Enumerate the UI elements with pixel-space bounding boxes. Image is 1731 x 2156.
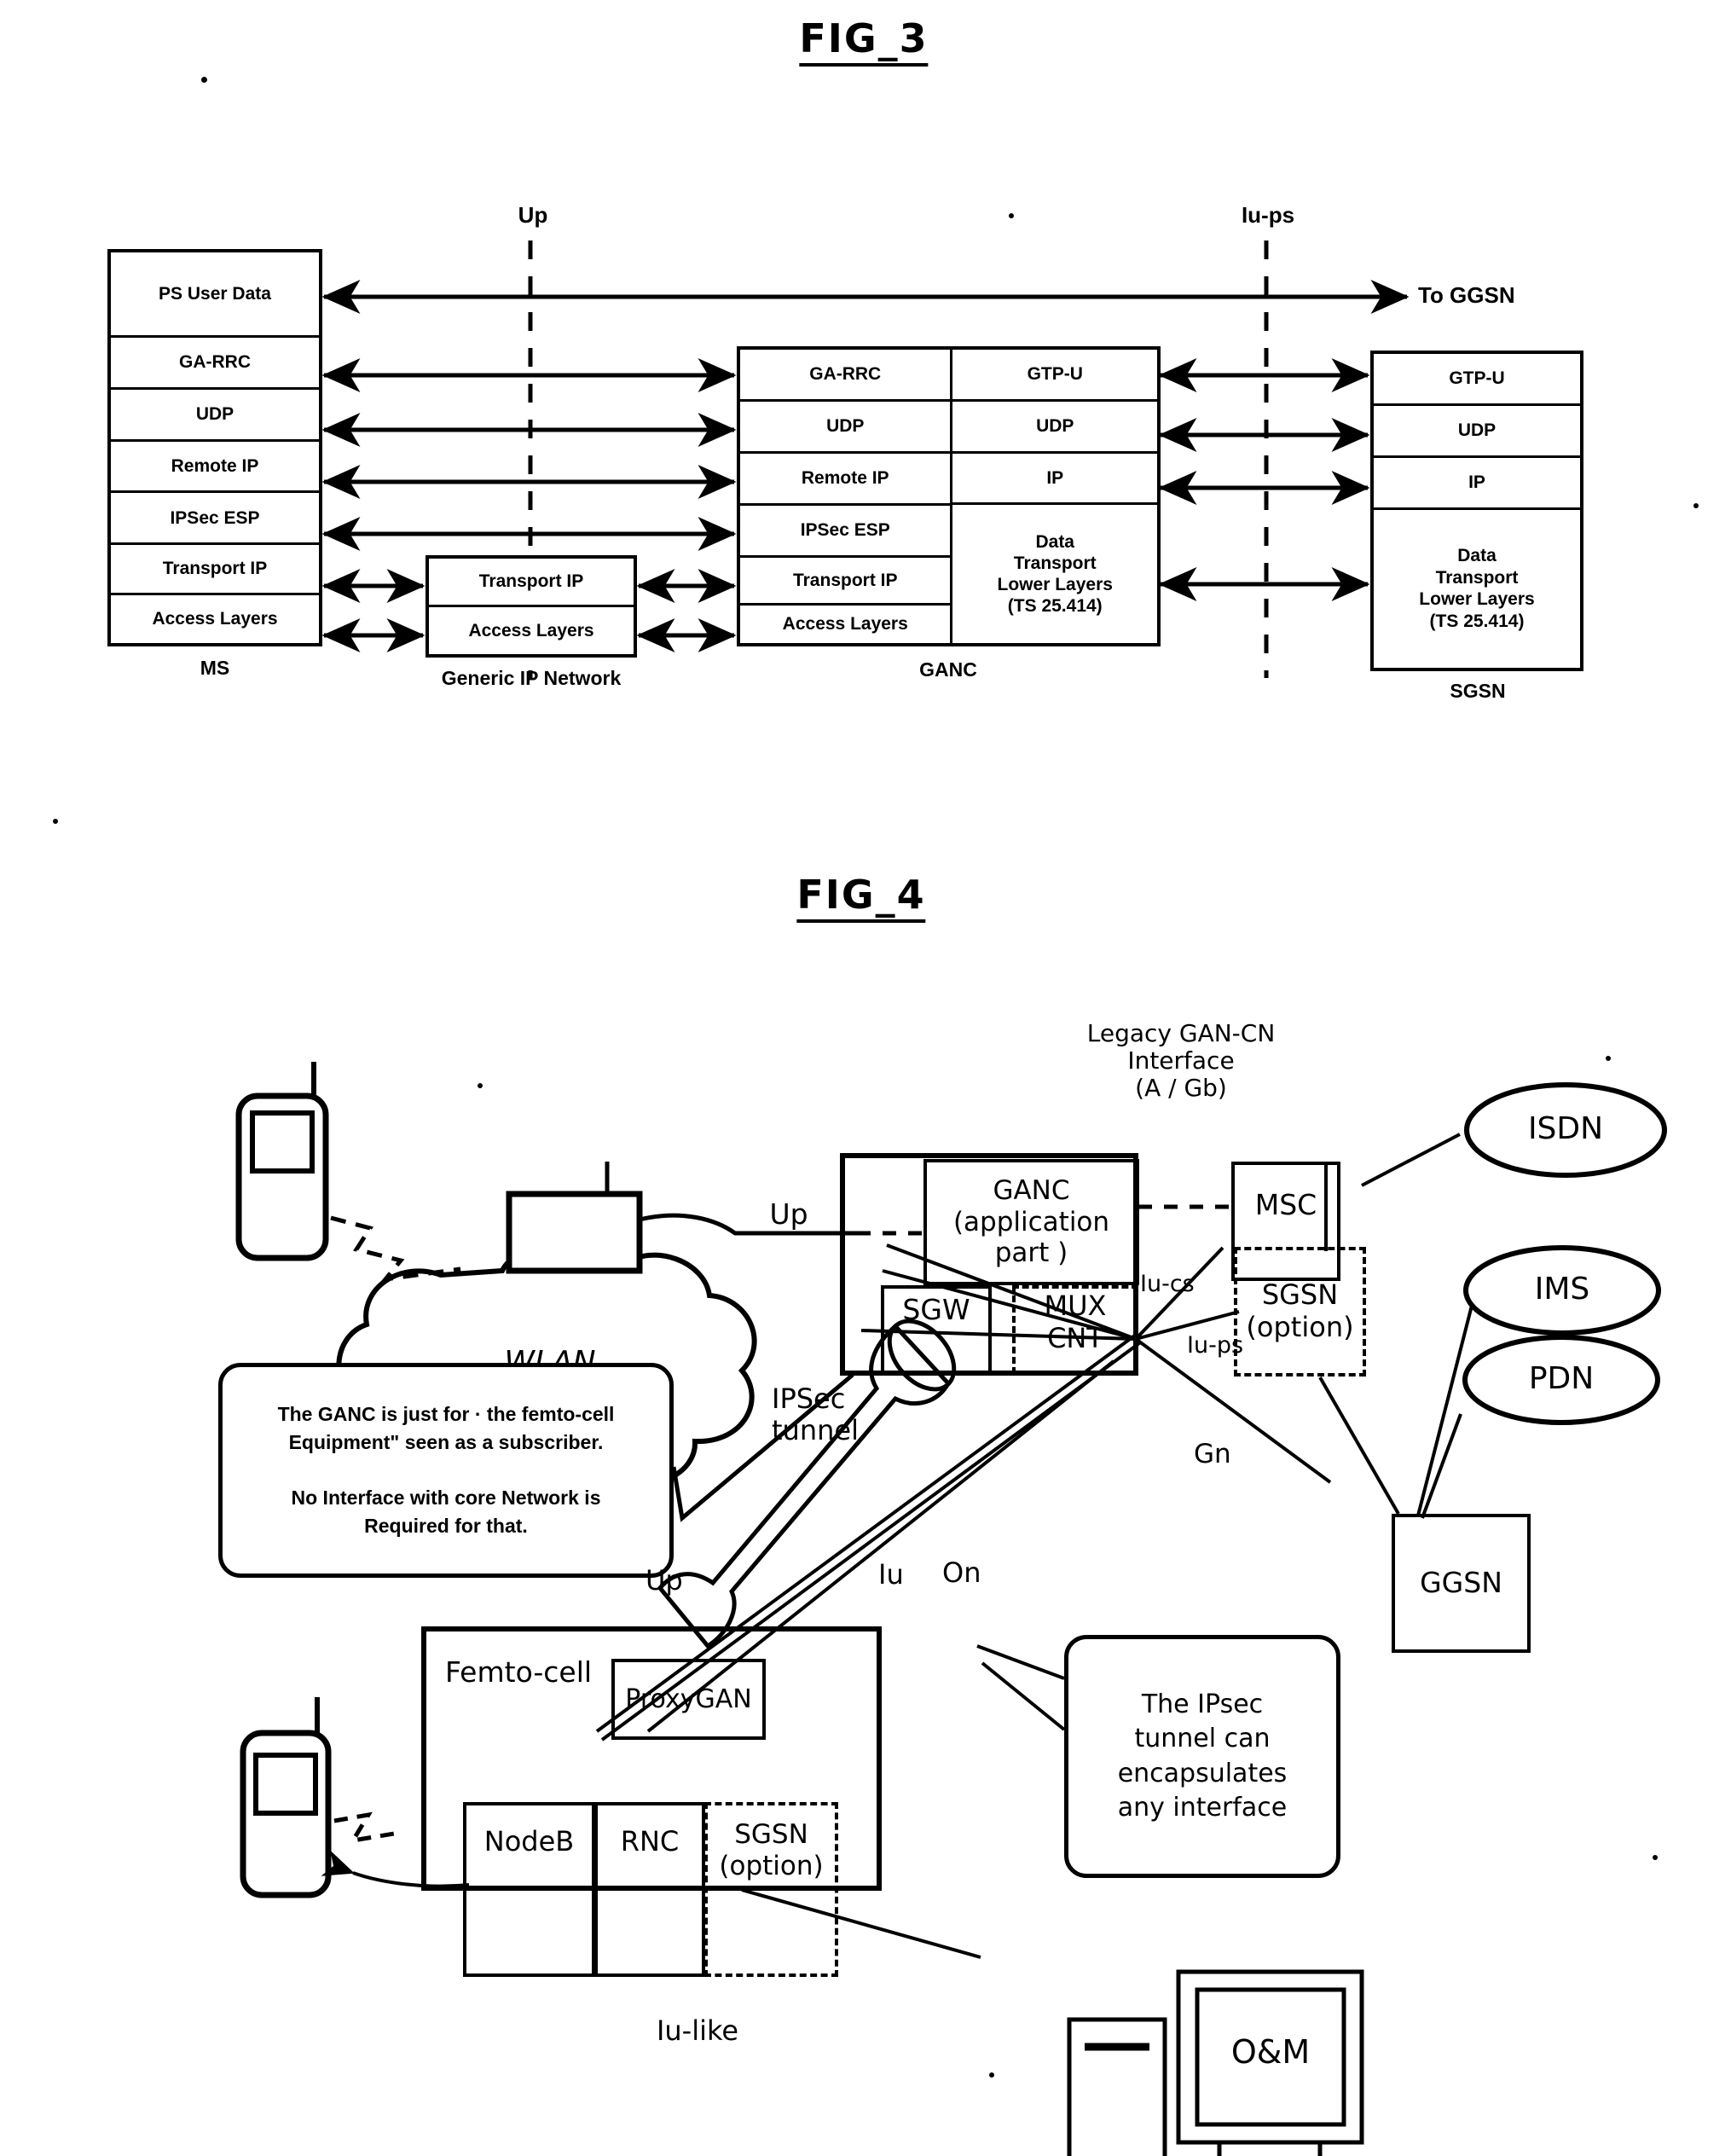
wlan-access-point [506,1162,643,1274]
fig4-ims-label: IMS [1534,1272,1590,1307]
fig3-gip-layer-access-layers: Access Layers [429,607,634,654]
fig3-sgsn-stack: GTP-U UDP IP Data Transport Lower Layers… [1370,351,1583,671]
fig3-ganc-right-udp: UDP [952,401,1157,454]
wlan-to-ganc-link [639,1213,857,1236]
fig3-ganc-left-udp: UDP [740,402,951,454]
scan-speck [53,819,58,824]
fig3-ganc-node-label: GANC [919,658,977,681]
fig3-ganc-left-access-layers: Access Layers [740,606,951,643]
fig3-sgsn-layer-udp: UDP [1374,405,1580,458]
scan-speck [201,77,207,83]
fig3-ganc-left-remote-ip: Remote IP [740,454,951,506]
fig4-nodeb-box: NodeB [463,1802,595,1977]
mobile-station-bottom-icon [240,1697,332,1898]
fig4-up-bottom-label: Up [646,1564,683,1597]
fig3-ms-layer-ipsec-esp: IPSec ESP [111,493,319,546]
ggsn-ims-link [1416,1298,1475,1516]
fig3-ms-node-label: MS [200,657,230,679]
fig3-iu-ps-label: Iu-ps [1241,202,1295,228]
fig3-ms-layer-udp: UDP [111,389,319,442]
fig4-mux-cnt-box: MUX CNT [1012,1285,1138,1374]
ipsec-callout-leaders [976,1644,1066,1731]
fig3-title: FIG_3 [799,15,929,67]
fig3-generic-ip-network-stack: Transport IP Access Layers [426,555,637,658]
fig4-iu-like-label: Iu-like [656,2014,739,2047]
fig3-sgsn-layer-ip: IP [1374,457,1580,510]
radio-link-bottom [333,1811,395,1844]
fig4-sgsn-option-box: SGSN (option) [1234,1247,1366,1376]
fig3-generic-ip-network-node-label: Generic IP Network [441,667,622,689]
scan-speck [478,1083,483,1088]
fig3-ms-layer-ga-rrc: GA-RRC [111,337,319,390]
fig4-pdn-label: PDN [1528,1361,1595,1396]
fig4-ggsn-box: GGSN [1392,1514,1531,1653]
scan-speck [989,2072,994,2078]
sgsn-ggsn-link [1318,1376,1400,1515]
fig4-up-top-label: Up [769,1197,808,1231]
fig3-sgsn-layer-data-transport: Data Transport Lower Layers (TS 25.414) [1374,509,1580,669]
fig3-sgsn-layer-gtp-u: GTP-U [1374,354,1580,406]
scan-speck [1653,1855,1658,1860]
scan-speck [1693,503,1699,508]
fig4-on-label: On [942,1556,981,1589]
mobile-station-top-icon [235,1062,329,1261]
fig4-ganc-note-callout: The GANC is just for · the femto-cell Eq… [218,1363,674,1578]
radio-link-top [330,1215,461,1283]
fig3-ganc-right-gtp-u: GTP-U [952,350,1157,402]
fig4-proxygan-box: ProxyGAN [611,1659,766,1740]
scan-speck [1009,213,1014,218]
fig4-rnc-box: RNC [594,1802,705,1977]
fig3-ms-layer-remote-ip: Remote IP [111,441,319,494]
fig3-ms-layer-transport-ip: Transport IP [111,545,319,596]
scan-speck [1606,1056,1611,1061]
fig4-iu-ps-label: Iu-ps [1187,1332,1244,1359]
fig3-ganc-right-ip: IP [952,453,1157,506]
fig3-ms-stack: PS User Data GA-RRC UDP Remote IP IPSec … [107,249,322,646]
fig4-iu-cs-label: Iu-cs [1140,1271,1195,1297]
fig3-ganc-right-data-transport: Data Transport Lower Layers (TS 25.414) [952,505,1157,643]
fig3-ganc-left-transport-ip: Transport IP [740,558,951,606]
fig4-ipsec-note-callout: The IPsec tunnel can encapsulates any in… [1064,1635,1340,1878]
fig4-iu-label: Iu [878,1558,904,1591]
fig3-ms-layer-ps-user-data: PS User Data [111,252,319,338]
fig4-om-label: O&M [1230,2033,1311,2071]
fig4-sgw-box: SGW [881,1285,992,1374]
fig4-ganc-box: GANC (application part ) [923,1159,1139,1285]
fig3-gip-layer-transport-ip: Transport IP [429,559,634,608]
fig4-isdn-label: ISDN [1527,1111,1604,1146]
fig3-to-ggsn-label: To GGSN [1418,282,1515,308]
fig4-legacy-interface-label: Legacy GAN-CN Interface (A / Gb) [1086,1019,1276,1103]
fig4-gn-label: Gn [1194,1439,1231,1469]
patent-figure-sheet: To GGSN --> [0,0,1731,2156]
fig3-ganc-stack: GA-RRC UDP Remote IP IPSec ESP Transport… [737,346,1161,646]
fig3-up-label: Up [518,202,548,228]
fig4-femto-sgsn-option-box: SGSN (option) [704,1802,838,1977]
fig3-ganc-left-ga-rrc: GA-RRC [740,350,951,402]
fig3-ms-layer-access-layers: Access Layers [111,595,319,644]
fig4-ipsec-tunnel-label: IPSec tunnel [772,1382,859,1446]
fig4-title: FIG_4 [796,872,926,923]
fig4-femtocell-label: Femto-cell [445,1655,593,1689]
fig3-sgsn-node-label: SGSN [1450,680,1506,702]
msc-isdn-link [1361,1133,1461,1187]
fig3-ganc-left-ipsec-esp: IPSec ESP [740,506,951,558]
